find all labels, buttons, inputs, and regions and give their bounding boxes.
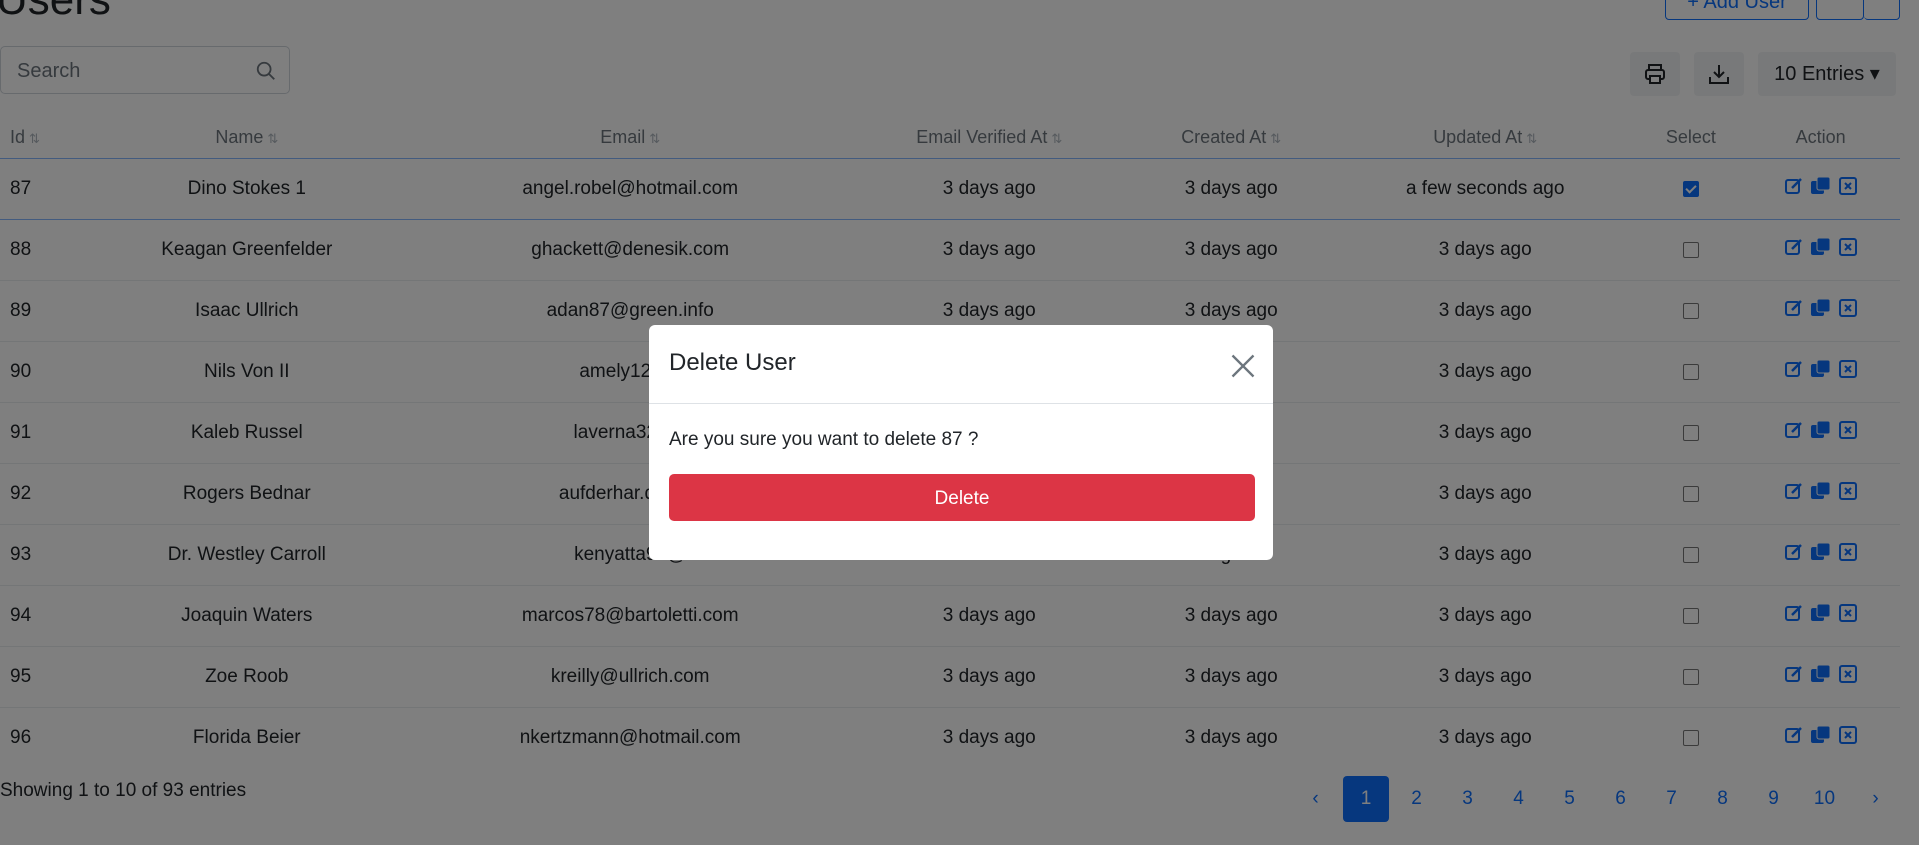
- delete-user-modal: Delete User Are you sure you want to del…: [649, 325, 1273, 560]
- delete-button[interactable]: Delete: [669, 474, 1255, 521]
- close-icon[interactable]: [1229, 352, 1257, 380]
- users-page: Users + Add User 10 Entries ▾ Id⇅ N: [0, 0, 1919, 845]
- modal-divider: [649, 403, 1273, 404]
- modal-title: Delete User: [669, 349, 796, 376]
- modal-message: Are you sure you want to delete 87 ?: [669, 429, 979, 450]
